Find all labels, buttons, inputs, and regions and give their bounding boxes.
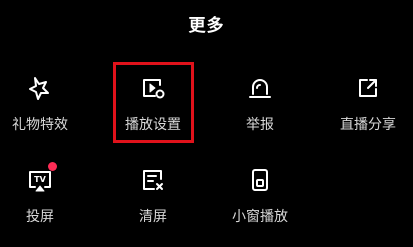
clear-screen-label: 清屏 (139, 209, 167, 225)
tv-cast-icon: TV (26, 162, 57, 194)
playback-settings-label: 播放设置 (125, 117, 181, 133)
clear-screen-icon (139, 166, 167, 194)
notification-dot (48, 162, 57, 171)
sparkle-star-icon (26, 74, 54, 102)
cast-screen-label: 投屏 (26, 209, 54, 225)
live-share-button[interactable]: 直播分享 (322, 66, 413, 146)
gift-effects-button[interactable]: 礼物特效 (0, 66, 86, 146)
mini-window-icon (246, 166, 274, 194)
svg-text:TV: TV (34, 175, 46, 184)
more-options-panel: 更多 礼物特效 播放设置 举报 直播分享 TV 投屏 清屏 小窗播放 (0, 0, 413, 247)
clear-screen-button[interactable]: 清屏 (107, 158, 199, 238)
panel-title: 更多 (188, 16, 225, 36)
report-button[interactable]: 举报 (214, 66, 306, 146)
report-label: 举报 (246, 117, 274, 133)
alarm-siren-icon (246, 74, 274, 102)
cast-screen-button[interactable]: TV 投屏 (0, 158, 86, 238)
live-share-label: 直播分享 (340, 117, 396, 133)
mini-window-label: 小窗播放 (232, 209, 288, 225)
play-settings-icon (139, 74, 167, 102)
mini-window-button[interactable]: 小窗播放 (214, 158, 306, 238)
playback-settings-button[interactable]: 播放设置 (107, 66, 199, 146)
gift-effects-label: 礼物特效 (12, 117, 68, 133)
share-arrow-icon (354, 74, 382, 102)
